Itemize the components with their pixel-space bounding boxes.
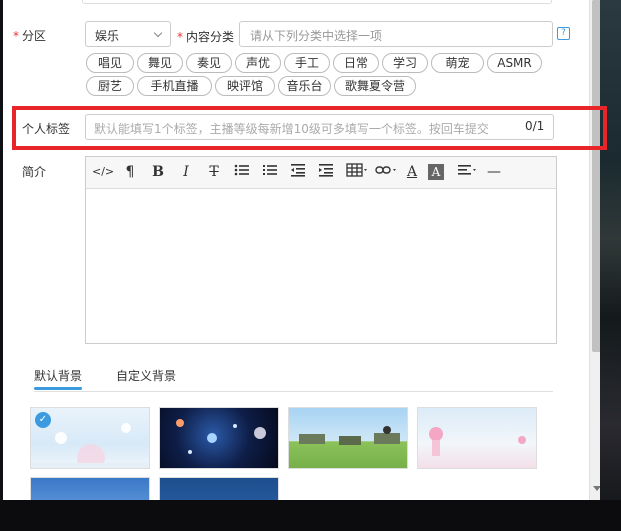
link-icon[interactable] [374, 163, 398, 181]
category-input[interactable]: 请从下列分类中选择一项 [239, 21, 553, 47]
tag-highlight-box [12, 106, 607, 150]
zone-select[interactable]: 娱乐 [85, 21, 171, 47]
table-icon[interactable] [344, 163, 370, 181]
background-tabs: 默认背景 自定义背景 [34, 367, 553, 392]
help-icon[interactable]: ? [557, 27, 570, 40]
editor-toolbar: </> ¶ B I T A A — [86, 157, 556, 189]
background-thumbnail-3[interactable] [288, 407, 408, 469]
background-color-icon[interactable]: A [428, 164, 444, 180]
background-thumbnail-5[interactable] [30, 477, 150, 500]
scroll-down-icon[interactable] [593, 486, 600, 491]
category-chip[interactable]: 歌舞夏令营 [334, 76, 416, 96]
category-chip[interactable]: 映评馆 [215, 76, 275, 96]
category-chip[interactable]: 萌宠 [431, 53, 484, 73]
category-chip[interactable]: 厨艺 [86, 76, 134, 96]
align-icon[interactable] [456, 163, 480, 181]
italic-icon[interactable]: I [176, 163, 196, 181]
zone-label: * 分区 [13, 29, 47, 43]
font-color-icon[interactable]: A [402, 163, 422, 181]
category-chip[interactable]: 奏见 [186, 53, 232, 73]
scrollbar[interactable] [589, 0, 600, 500]
background-thumbnail-4[interactable] [417, 407, 537, 469]
settings-dialog: * 分区 娱乐 * 内容分类 请从下列分类中选择一项 ? 唱见 舞见 奏见 声优 手… [3, 0, 600, 500]
tab-default-background[interactable]: 默认背景 [34, 367, 82, 384]
category-chip[interactable]: 舞见 [137, 53, 183, 73]
strikethrough-icon[interactable]: T [204, 163, 224, 181]
horizontal-rule-icon[interactable]: — [484, 163, 504, 181]
category-chip[interactable]: 声优 [235, 53, 281, 73]
background-bottom [0, 500, 621, 531]
paragraph-icon[interactable]: ¶ [120, 163, 140, 181]
top-input-edge [82, 0, 552, 4]
intro-label: 简介 [22, 165, 47, 179]
outdent-icon[interactable] [288, 163, 308, 181]
source-code-icon[interactable]: </> [92, 163, 114, 181]
category-chip[interactable]: 手工 [284, 53, 330, 73]
background-thumbnail-6[interactable] [159, 477, 279, 500]
category-chip[interactable]: 学习 [382, 53, 428, 73]
indent-icon[interactable] [316, 163, 336, 181]
background-thumbnail-1[interactable]: ✓ [30, 407, 150, 469]
category-chip[interactable]: 唱见 [86, 53, 134, 73]
rich-text-editor[interactable]: </> ¶ B I T A A — [85, 156, 557, 344]
background-thumbnail-2[interactable] [159, 407, 279, 469]
category-label: * 内容分类 [177, 30, 235, 44]
bold-icon[interactable]: B [148, 163, 168, 181]
category-chip[interactable]: ASMR [487, 53, 542, 73]
scrollbar-thumb[interactable] [592, 0, 600, 352]
category-chip[interactable]: 手机直播 [137, 76, 212, 96]
chevron-down-icon [153, 28, 163, 38]
bullet-list-icon[interactable] [232, 163, 252, 181]
numbered-list-icon[interactable] [260, 163, 280, 181]
category-chip[interactable]: 音乐台 [278, 76, 331, 96]
background-right [600, 0, 621, 531]
checkmark-icon: ✓ [35, 412, 51, 428]
active-tab-indicator [34, 387, 82, 390]
category-chip[interactable]: 日常 [333, 53, 379, 73]
tab-custom-background[interactable]: 自定义背景 [116, 367, 176, 384]
watermark: zhinan.sogou.com [506, 472, 588, 482]
